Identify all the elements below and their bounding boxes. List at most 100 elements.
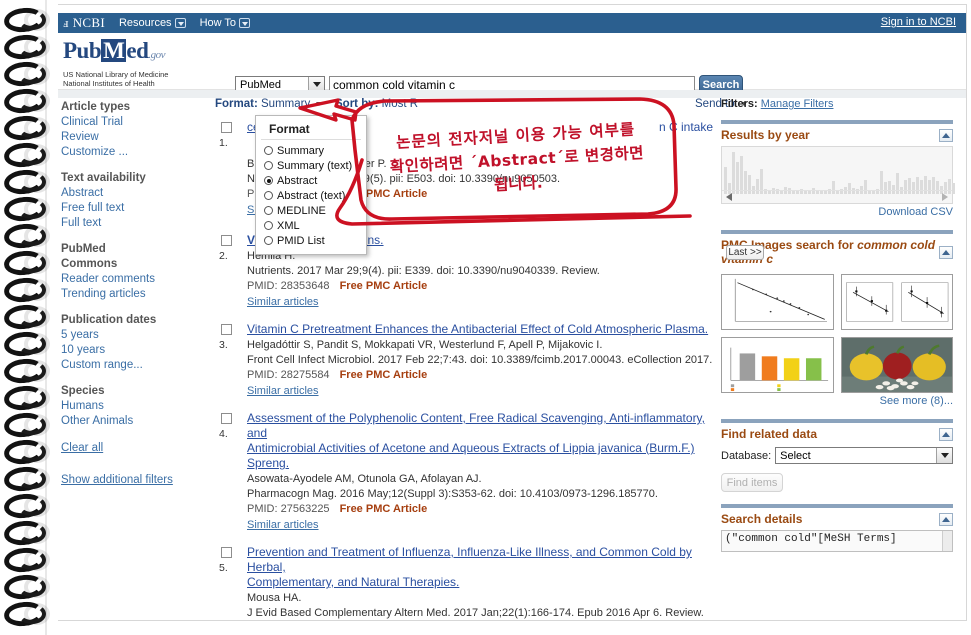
filter-free-full-text[interactable]: Free full text [61, 201, 211, 216]
filter-full-text[interactable]: Full text [61, 216, 211, 231]
result-checkbox[interactable] [221, 122, 232, 133]
pubmed-logo-gov: .gov [148, 49, 165, 61]
binding-ring [2, 356, 50, 386]
similar-articles-link[interactable]: Similar articles [247, 518, 319, 533]
collapse-icon[interactable] [939, 245, 953, 259]
result-checkbox[interactable] [221, 235, 232, 246]
thumbnail-bar-chart-duration-common-cold[interactable] [721, 337, 834, 393]
result-title[interactable]: Vitamin C Pretreatment Enhances the Anti… [247, 322, 713, 337]
format-dropdown-menu[interactable]: Format Summary Summary (text) Abstract Abst… [255, 115, 367, 255]
result-title-line-1[interactable]: Assessment of the Polyphenolic Content, … [247, 411, 713, 441]
filter-group-publication-dates: Publication dates 5 years 10 years Custo… [61, 313, 211, 373]
filter-10-years[interactable]: 10 years [61, 343, 211, 358]
result-pmid: PMID: 28353648 [247, 280, 330, 292]
sign-in-link[interactable]: Sign in to NCBI [881, 16, 956, 28]
find-related-data-title: Find related data [721, 427, 818, 441]
binding-ring [2, 518, 50, 548]
result-title-line-2[interactable]: Complementary, and Natural Therapies. [247, 575, 713, 590]
clear-all-filters-link[interactable]: Clear all [61, 440, 211, 456]
filter-abstract[interactable]: Abstract [61, 186, 211, 201]
filter-custom-range[interactable]: Custom range... [61, 358, 211, 373]
browser-page-frame: ⅎ NCBI Resources How To Sign in to NCBI … [46, 4, 967, 621]
see-more-images-link[interactable]: See more (8)... [721, 393, 953, 407]
filter-group-heading: Species [61, 385, 105, 397]
scroll-left-icon[interactable] [726, 193, 732, 201]
format-option-xml[interactable]: XML [256, 218, 366, 233]
pubmed-masthead: PubMed.gov US National Library of Medici… [47, 33, 966, 110]
page-body: Article types Clinical Trial Review Cust… [47, 90, 966, 620]
result-checkbox[interactable] [221, 413, 232, 424]
filter-review[interactable]: Review [61, 130, 211, 145]
last-page-button[interactable]: Last >> [726, 245, 764, 260]
similar-articles-link[interactable]: Similar articles [247, 384, 319, 399]
result-title-line-1[interactable]: Prevention and Treatment of Influenza, I… [247, 545, 713, 575]
format-dropdown-trigger[interactable]: Format: Summary [215, 98, 322, 110]
free-pmc-badge: Free PMC Article [339, 369, 428, 381]
radio-icon [264, 221, 273, 230]
chevron-down-icon [174, 18, 186, 28]
thumbnail-scatter-regression-chart[interactable] [721, 274, 834, 330]
topnav-resources[interactable]: Resources [119, 17, 186, 29]
filter-5-years[interactable]: 5 years [61, 328, 211, 343]
result-title-line-2[interactable]: Antimicrobial Activities of Acetone and … [247, 441, 713, 471]
format-value: Summary [261, 98, 311, 110]
result-checkbox[interactable] [221, 547, 232, 558]
radio-icon [264, 146, 273, 155]
scroll-right-icon[interactable] [942, 193, 948, 201]
histogram-scroll-nav [722, 190, 952, 203]
filter-reader-comments[interactable]: Reader comments [61, 272, 211, 287]
binding-ring [2, 545, 50, 575]
thumbnail-peppers-and-pills-photo[interactable] [840, 337, 953, 393]
binding-ring [2, 194, 50, 224]
result-number: 5. [219, 562, 228, 574]
body-top-strip [47, 90, 966, 98]
filter-clinical-trial[interactable]: Clinical Trial [61, 115, 211, 130]
show-additional-filters-link[interactable]: Show additional filters [61, 472, 211, 488]
topnav-howto[interactable]: How To [200, 17, 251, 29]
binding-ring [2, 383, 50, 413]
notebook-spiral-binding [0, 0, 58, 635]
collapse-icon[interactable] [939, 427, 953, 441]
result-title-fragment-right: n C intake [658, 120, 713, 134]
binding-ring [2, 32, 50, 62]
format-option-abstract[interactable]: Abstract [256, 173, 366, 188]
ncbi-dna-icon: ⅎ [63, 15, 69, 30]
pubmed-logo-pub: Pub [63, 38, 102, 63]
filter-customize[interactable]: Customize ... [61, 145, 211, 160]
result-item: 3. Vitamin C Pretreatment Enhances the An… [215, 322, 713, 398]
format-option-medline[interactable]: MEDLINE [256, 203, 366, 218]
filter-trending-articles[interactable]: Trending articles [61, 287, 211, 302]
format-option-label: Abstract [277, 174, 318, 187]
format-option-summary-text[interactable]: Summary (text) [256, 158, 366, 173]
sort-dropdown-trigger[interactable]: Sort by: Most R [335, 98, 418, 110]
filter-humans[interactable]: Humans [61, 399, 211, 414]
results-column: Format: Summary Sort by: Most R Send to [215, 98, 735, 619]
format-option-pmid-list[interactable]: PMID List [256, 233, 366, 248]
related-database-select[interactable]: Select [775, 447, 953, 464]
find-items-button[interactable]: Find items [721, 473, 783, 492]
collapse-icon[interactable] [939, 128, 953, 142]
filter-group-heading: PubMed [61, 243, 106, 255]
similar-articles-link[interactable]: Similar articles [247, 295, 319, 310]
manage-filters-link[interactable]: Manage Filters [761, 98, 834, 110]
pubmed-logo-ed: ed [126, 38, 149, 63]
binding-ring [2, 437, 50, 467]
format-option-label: Summary [277, 144, 325, 157]
thumbnail-two-panel-line-chart[interactable] [840, 274, 953, 330]
scrollbar[interactable] [942, 531, 952, 551]
filter-other-animals[interactable]: Other Animals [61, 414, 211, 429]
search-details-textarea[interactable]: ("common cold"[MeSH Terms] [721, 530, 953, 552]
format-option-abstract-text[interactable]: Abstract (text) [256, 188, 366, 203]
results-by-year-histogram [721, 146, 955, 204]
filters-label: Filters: [721, 98, 758, 110]
result-item: 4. Assessment of the Polyphenolic Content… [215, 411, 713, 532]
result-checkbox[interactable] [221, 324, 232, 335]
download-csv-link[interactable]: Download CSV [721, 204, 953, 218]
database-select-value: PubMed [240, 78, 281, 91]
format-option-summary[interactable]: Summary [256, 143, 366, 158]
binding-ring [2, 140, 50, 170]
result-pmid: PMID: 27563225 [247, 503, 330, 515]
ncbi-logo[interactable]: ⅎ NCBI [63, 15, 105, 31]
collapse-icon[interactable] [939, 512, 953, 526]
pubmed-logo[interactable]: PubMed.gov US National Library of Medici… [63, 39, 168, 88]
